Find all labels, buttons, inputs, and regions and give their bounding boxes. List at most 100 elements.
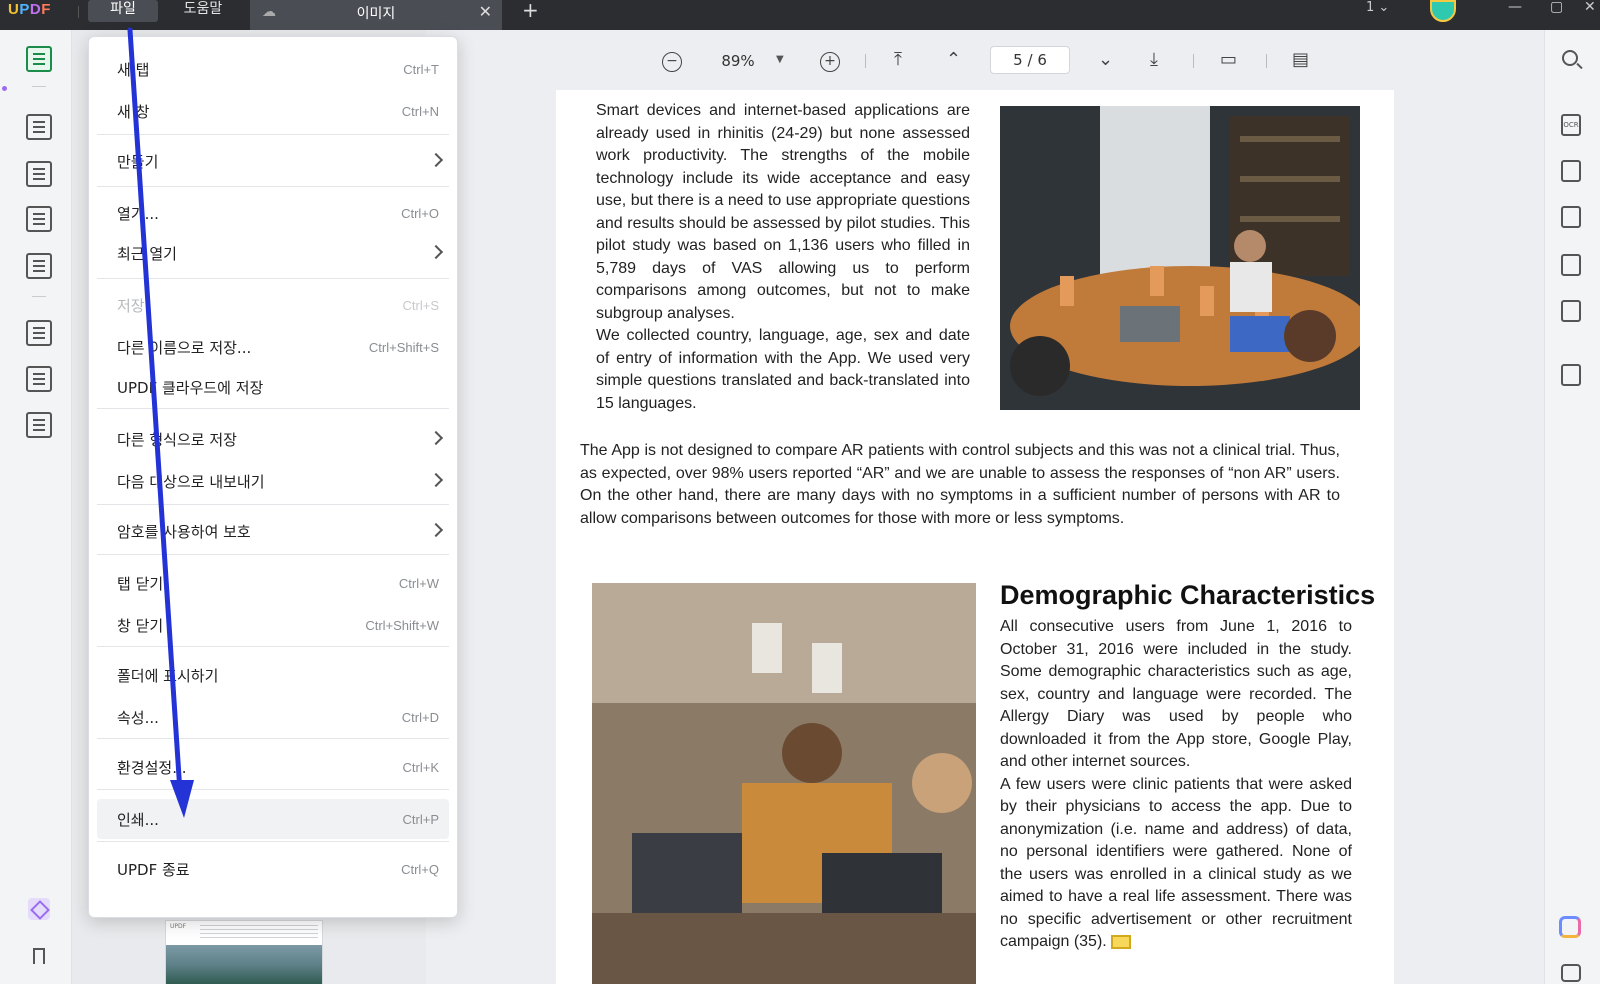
page-separator: /	[1027, 51, 1033, 69]
pdf-page: Smart devices and internet-based applica…	[556, 90, 1394, 984]
menu-item-create[interactable]: 만들기	[97, 141, 449, 181]
menu-item-shortcut: Ctrl+O	[401, 206, 439, 221]
toolbar-separator	[1193, 54, 1194, 68]
menu-item-shortcut: Ctrl+T	[403, 62, 439, 77]
add-tab-button[interactable]: +	[522, 0, 539, 20]
menu-item-label: 최근 열기	[117, 245, 177, 263]
menu-separator	[97, 789, 449, 790]
document-tab[interactable]: ☁ 이미지 ✕	[250, 0, 502, 30]
next-page-icon[interactable]: ⌄	[1098, 50, 1113, 70]
menu-item-label: 탭 닫기	[117, 575, 164, 593]
rail-separator	[32, 86, 46, 87]
user-avatar[interactable]	[1430, 0, 1456, 22]
menu-item-close-tab[interactable]: 탭 닫기 Ctrl+W	[97, 563, 449, 603]
form-icon[interactable]	[26, 206, 52, 232]
edit-pdf-icon[interactable]	[26, 161, 52, 187]
menu-item-label: 다음 대상으로 내보내기	[117, 473, 265, 491]
protect-icon[interactable]	[1561, 206, 1581, 228]
chevron-right-icon	[428, 430, 444, 446]
comments-icon[interactable]	[1561, 964, 1581, 982]
menu-item-shortcut: Ctrl+S	[402, 298, 439, 313]
first-page-icon[interactable]: ⤒	[894, 50, 902, 70]
zoom-in-icon[interactable]: +	[820, 52, 840, 72]
menu-item-label: 환경설정...	[117, 759, 187, 777]
menu-item-save-as[interactable]: 다른 이름으로 저장... Ctrl+Shift+S	[97, 327, 449, 367]
menu-item-shortcut: Ctrl+Q	[401, 862, 439, 877]
page-layout-icon[interactable]: ▤	[1292, 50, 1309, 70]
menu-item-print[interactable]: 인쇄... Ctrl+P	[97, 799, 449, 839]
help-menu-button[interactable]: 도움말	[170, 0, 236, 22]
right-tool-rail: OCR	[1544, 30, 1600, 984]
thumbnail-text-lines	[200, 925, 318, 939]
chevron-right-icon	[428, 244, 444, 260]
menu-item-label: UPDF 클라우드에 저장	[117, 379, 264, 397]
search-icon[interactable]	[1562, 50, 1578, 66]
ai-assistant-icon[interactable]	[1559, 916, 1581, 938]
thumbnail-image	[166, 945, 322, 984]
share-icon[interactable]	[1561, 254, 1581, 276]
notification-dot	[2, 86, 7, 91]
fill-sign-icon[interactable]	[26, 253, 52, 279]
menu-item-close-window[interactable]: 창 닫기 Ctrl+Shift+W	[97, 605, 449, 645]
organize-pages-icon[interactable]	[26, 320, 52, 346]
app-logo: UPDF	[8, 1, 51, 18]
menu-item-shortcut: Ctrl+P	[402, 812, 439, 827]
window-count[interactable]: 1 ⌄	[1366, 0, 1389, 16]
menu-item-shortcut: Ctrl+K	[402, 760, 439, 775]
menu-item-properties[interactable]: 속성... Ctrl+D	[97, 697, 449, 737]
zoom-dropdown-icon[interactable]: ▼	[776, 54, 784, 65]
save-icon[interactable]	[1561, 364, 1581, 386]
page-thumbnail[interactable]: UPDF	[165, 920, 323, 984]
menu-separator	[97, 841, 449, 842]
menu-item-protect-with-password[interactable]: 암호를 사용하여 보호	[97, 511, 449, 551]
menu-item-save-to-cloud[interactable]: UPDF 클라우드에 저장	[97, 367, 449, 407]
layers-icon[interactable]	[28, 898, 50, 920]
menu-item-label: 열기...	[117, 205, 159, 223]
meeting-room-illustration	[1000, 106, 1360, 410]
reader-mode-icon[interactable]	[26, 46, 52, 72]
menu-item-open-recent[interactable]: 최근 열기	[97, 233, 449, 273]
menu-item-open[interactable]: 열기... Ctrl+O	[97, 193, 449, 233]
page-number-input[interactable]: 5 / 6	[990, 46, 1070, 74]
menu-separator	[97, 408, 449, 409]
menu-item-new-window[interactable]: 새 창 Ctrl+N	[97, 91, 449, 131]
menu-item-label: 저장	[117, 297, 145, 315]
close-tab-icon[interactable]: ✕	[479, 2, 492, 21]
menu-separator	[97, 646, 449, 647]
zoom-level[interactable]: 89%	[718, 52, 758, 70]
chevron-right-icon	[428, 522, 444, 538]
current-page: 5	[1013, 51, 1023, 69]
menu-item-show-in-folder[interactable]: 폴더에 표시하기	[97, 655, 449, 695]
menu-item-label: 다른 이름으로 저장...	[117, 339, 252, 357]
maximize-button[interactable]: ▢	[1550, 0, 1563, 14]
menu-item-label: 인쇄...	[117, 811, 159, 829]
menu-item-save[interactable]: 저장 Ctrl+S	[97, 285, 449, 325]
ocr-icon[interactable]: OCR	[1561, 114, 1581, 136]
email-icon[interactable]	[1561, 300, 1581, 322]
menu-item-quit-updf[interactable]: UPDF 종료 Ctrl+Q	[97, 849, 449, 889]
menu-item-preferences[interactable]: 환경설정... Ctrl+K	[97, 747, 449, 787]
stamp-icon[interactable]	[26, 412, 52, 438]
previous-page-icon[interactable]: ⌃	[946, 50, 961, 70]
presentation-icon[interactable]: ▭	[1220, 50, 1237, 70]
menu-separator	[97, 504, 449, 505]
section-heading: Demographic Characteristics	[1000, 580, 1376, 610]
meeting-room-photo	[1000, 106, 1360, 410]
last-page-icon[interactable]: ⤓	[1150, 50, 1158, 70]
crop-icon[interactable]	[26, 366, 52, 392]
zoom-out-icon[interactable]: −	[662, 52, 682, 72]
menu-separator	[97, 738, 449, 739]
comment-note-icon[interactable]	[1111, 934, 1132, 949]
bookmark-icon[interactable]	[33, 948, 45, 964]
title-separator	[78, 6, 79, 18]
menu-item-save-as-other[interactable]: 다른 형식으로 저장	[97, 419, 449, 459]
highlighter-icon[interactable]	[26, 114, 52, 140]
menu-item-label: 다른 형식으로 저장	[117, 431, 237, 449]
file-menu-button[interactable]: 파일	[88, 0, 158, 22]
convert-icon[interactable]	[1561, 160, 1581, 182]
window-close-button[interactable]: ✕	[1584, 0, 1596, 14]
paragraph: We collected country, language, age, sex…	[596, 327, 970, 412]
menu-item-new-tab[interactable]: 새 탭 Ctrl+T	[97, 49, 449, 89]
menu-item-export-to[interactable]: 다음 대상으로 내보내기	[97, 461, 449, 501]
minimize-button[interactable]: —	[1508, 0, 1522, 14]
